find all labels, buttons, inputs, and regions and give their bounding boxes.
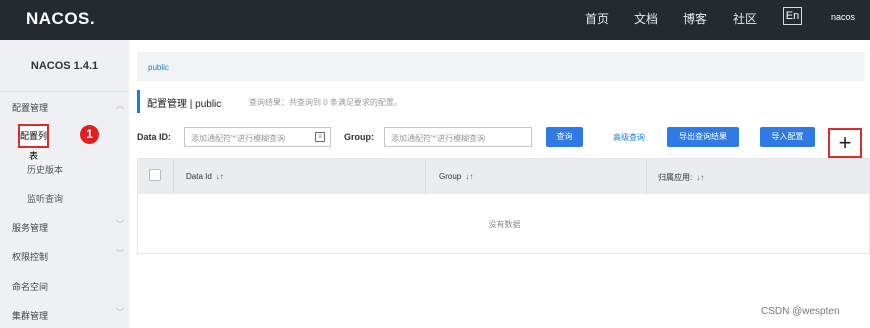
nav-docs-link[interactable]: 文档	[634, 10, 658, 27]
column-divider	[646, 159, 647, 194]
search-button[interactable]: 查询	[546, 127, 583, 147]
sidebar-group-cluster[interactable]: 集群管理	[12, 309, 48, 322]
sidebar-group-permission[interactable]: 权限控制	[12, 250, 48, 263]
data-id-input[interactable]	[185, 129, 330, 148]
namespace-public-link[interactable]: public	[148, 63, 169, 72]
column-header-data-id[interactable]: Data Id ↓↑	[186, 172, 224, 181]
group-input[interactable]	[385, 129, 531, 148]
version-label: NACOS 1.4.1	[0, 40, 129, 92]
sidebar-group-config[interactable]: 配置管理	[12, 101, 48, 114]
language-toggle-button[interactable]: En	[783, 7, 802, 25]
sort-icon[interactable]: ↓↑	[465, 172, 473, 181]
column-label: Data Id	[186, 172, 212, 181]
nacos-logo[interactable]: NACOS.	[26, 9, 95, 29]
page-title: 配置管理 | public	[147, 99, 222, 110]
chevron-up-icon: ︿	[116, 101, 124, 110]
sidebar: NACOS 1.4.1 配置管理 ︿ 配置列表 历史版本 监听查询 服务管理 ﹀…	[0, 40, 129, 328]
csdn-watermark: CSDN @wespten	[761, 306, 840, 317]
chevron-down-icon: ﹀	[116, 308, 124, 317]
nav-blog-link[interactable]: 博客	[683, 10, 707, 27]
column-divider	[425, 159, 426, 194]
column-label: 归属应用:	[658, 173, 693, 182]
chevron-down-icon: ﹀	[116, 249, 124, 258]
column-header-app[interactable]: 归属应用: ↓↑	[658, 172, 704, 183]
logo-text: NACOS.	[26, 9, 96, 28]
sort-icon[interactable]: ↓↑	[696, 173, 704, 182]
sidebar-group-service[interactable]: 服务管理	[12, 221, 48, 234]
import-config-button[interactable]: 导入配置	[760, 127, 815, 147]
current-user[interactable]: nacos	[831, 12, 855, 22]
keyboard-icon[interactable]: ≡	[315, 132, 325, 142]
column-header-group[interactable]: Group ↓↑	[439, 172, 473, 181]
chevron-down-icon: ﹀	[116, 220, 124, 229]
column-divider	[173, 159, 174, 194]
sidebar-group-namespace[interactable]: 命名空间	[12, 280, 48, 293]
group-label: Group:	[344, 132, 374, 142]
data-id-label: Data ID:	[137, 132, 172, 142]
title-accent-bar	[137, 90, 140, 113]
add-config-button[interactable]: +	[828, 128, 862, 158]
namespace-bar: public	[137, 52, 865, 81]
data-id-field-wrapper: ≡	[184, 127, 331, 148]
sidebar-item-listener[interactable]: 监听查询	[27, 192, 63, 205]
sidebar-item-config-list[interactable]: 配置列表	[18, 124, 49, 161]
sidebar-item-history[interactable]: 历史版本	[27, 163, 63, 176]
top-navbar: NACOS. 首页 文档 博客 社区 En nacos	[0, 0, 870, 40]
export-results-button[interactable]: 导出查询结果	[667, 127, 739, 147]
empty-table-message: 没有数据	[488, 220, 521, 229]
config-table: Data Id ↓↑ Group ↓↑ 归属应用: ↓↑ 没有数据	[137, 158, 870, 254]
nav-community-link[interactable]: 社区	[733, 10, 757, 27]
step-marker-1: 1	[80, 125, 99, 144]
advanced-search-link[interactable]: 高级查询	[613, 132, 645, 143]
group-field-wrapper	[384, 127, 532, 148]
nav-home-link[interactable]: 首页	[585, 10, 609, 27]
table-header: Data Id ↓↑ Group ↓↑ 归属应用: ↓↑	[138, 159, 870, 194]
select-all-checkbox[interactable]	[149, 169, 161, 181]
sort-icon[interactable]: ↓↑	[216, 172, 224, 181]
column-label: Group	[439, 172, 462, 181]
query-result-hint: 查询结果：共查询到 0 条满足要求的配置。	[249, 98, 402, 107]
